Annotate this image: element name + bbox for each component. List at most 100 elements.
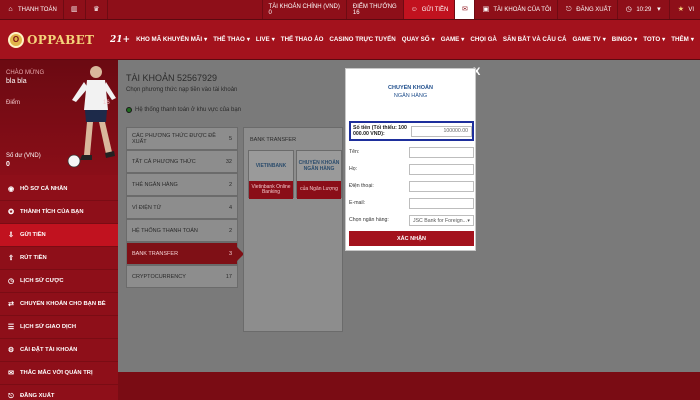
logout-label: ĐĂNG XUẤT bbox=[576, 6, 612, 13]
menu-item-label: RÚT TIỀN bbox=[20, 255, 47, 261]
menu-item-label: THẮC MẮC VỚI QUẢN TRỊ bbox=[20, 370, 93, 376]
deposit-button[interactable]: ☺ GỬI TIỀN bbox=[402, 0, 455, 19]
menu-item-achievements[interactable]: ✪ THÀNH TÍCH CỦA BẠN bbox=[0, 201, 118, 224]
nav-item-live-casino[interactable]: CASINO TRỰC TUYẾN bbox=[329, 36, 395, 43]
chevron-down-icon: ▾ bbox=[690, 36, 694, 43]
bank-card-label: Vietinbank Online Banking bbox=[249, 181, 293, 199]
mail-button[interactable]: ✉ bbox=[454, 0, 475, 19]
modal-title: CHUYỂN KHOẢN bbox=[388, 85, 433, 91]
nav-item-games[interactable]: GAME ▾ bbox=[441, 36, 465, 43]
phone-input[interactable] bbox=[409, 181, 474, 192]
menu-item-transaction-history[interactable]: ☰ LỊCH SỬ GIAO DỊCH bbox=[0, 316, 118, 339]
nav-item-label: TOTO bbox=[643, 36, 661, 43]
bank-transfer-modal: CHUYỂN KHOẢN NGÂN HÀNG Số tiền (Tối thiể… bbox=[345, 68, 476, 251]
method-recommended[interactable]: CÁC PHƯƠNG THỨC ĐƯỢC ĐỀ XUẤT 5 bbox=[126, 127, 238, 150]
language-selector[interactable]: ★ VI bbox=[669, 0, 700, 19]
nav-item-cockfight[interactable]: CHỌI GÀ bbox=[470, 36, 496, 43]
balance-label: Số dư (VND) bbox=[6, 153, 41, 159]
main-navigation: O OPPABET 21+ KHO MÃ KHUYẾN MÃI ▾ THỂ THA… bbox=[0, 20, 700, 60]
method-cryptocurrency[interactable]: CRYPTOCURRENCY 17 bbox=[126, 265, 238, 288]
menu-item-contact-admin[interactable]: ✉ THẮC MẮC VỚI QUẢN TRỊ bbox=[0, 362, 118, 385]
menu-item-label: THÀNH TÍCH CỦA BẠN bbox=[20, 209, 84, 215]
amount-input[interactable]: 100000.00 bbox=[411, 125, 472, 137]
main-account-balance[interactable]: TÀI KHOẢN CHÍNH (VND) 0 bbox=[261, 0, 346, 19]
menu-item-account-settings[interactable]: ⚙ CÀI ĐẶT TÀI KHOẢN bbox=[0, 339, 118, 362]
help-icon: ✉ bbox=[8, 369, 14, 377]
deposit-icon: ⇩ bbox=[8, 231, 14, 239]
chevron-down-icon: ▾ bbox=[634, 36, 638, 43]
menu-item-logout[interactable]: ⎋ ĐĂNG XUẤT bbox=[0, 385, 118, 400]
nav-item-label: QUAY SỐ bbox=[401, 36, 430, 43]
nav-item-promo-codes[interactable]: KHO MÃ KHUYẾN MÃI ▾ bbox=[136, 36, 207, 43]
nav-item-label: GAME bbox=[440, 36, 460, 43]
clock: ◷ 10:29 ▾ bbox=[617, 0, 669, 19]
bank-panel-title: BANK TRANSFER bbox=[250, 137, 297, 143]
nav-item-fishing[interactable]: SĂN BẮT VÀ CÂU CÁ bbox=[503, 36, 567, 43]
method-label: CÁC PHƯƠNG THỨC ĐƯỢC ĐỀ XUẤT bbox=[132, 132, 216, 145]
transaction-history-icon: ☰ bbox=[7, 323, 15, 331]
clock-time: 10:29 bbox=[636, 6, 652, 13]
brand-logo[interactable]: O OPPABET bbox=[0, 31, 110, 48]
transfer-icon: ⇄ bbox=[8, 300, 14, 308]
chevron-down-icon: ▾ bbox=[657, 6, 661, 13]
trophy-link[interactable]: ♛ bbox=[86, 0, 108, 19]
first-name-input[interactable] bbox=[409, 147, 474, 158]
nav-item-live[interactable]: LIVE ▾ bbox=[256, 36, 275, 43]
method-count: 3 bbox=[228, 250, 232, 257]
nav-item-virtual-sports[interactable]: THỂ THAO ẢO bbox=[281, 36, 324, 43]
menu-item-bet-history[interactable]: ◷ LỊCH SỬ CƯỢC bbox=[0, 270, 118, 293]
chevron-down-icon: ▾ bbox=[431, 36, 435, 43]
nav-item-lottery[interactable]: QUAY SỐ ▾ bbox=[402, 36, 435, 43]
menu-item-transfer-friends[interactable]: ⇄ CHUYỂN KHOẢN CHO BẠN BÈ bbox=[0, 293, 118, 316]
player-number: 16 bbox=[103, 100, 110, 106]
chevron-down-icon: ▾ bbox=[467, 217, 470, 224]
logout-link[interactable]: ⎋ ĐĂNG XUẤT bbox=[557, 0, 617, 19]
email-input[interactable] bbox=[409, 198, 474, 209]
bank-card-nganluong[interactable]: CHUYỂN KHOẢN NGÂN HÀNG của Ngân Lượng bbox=[296, 150, 342, 199]
chevron-down-icon: ▾ bbox=[271, 36, 275, 43]
nav-item-more[interactable]: THÊM ▾ bbox=[671, 36, 694, 43]
reward-points[interactable]: ĐIỂM THƯỞNG 16 bbox=[345, 0, 403, 19]
menu-item-withdraw[interactable]: ⇧ RÚT TIỀN bbox=[0, 247, 118, 270]
nav-item-label: KHO MÃ KHUYẾN MÃI bbox=[136, 36, 203, 43]
method-label: TẤT CẢ PHƯƠNG THỨC bbox=[132, 158, 196, 165]
my-account-link[interactable]: ▣ TÀI KHOẢN CỦA TÔI bbox=[474, 0, 557, 19]
bank-card-vietinbank[interactable]: VIETINBANK Vietinbank Online Banking bbox=[248, 150, 294, 199]
nav-item-sports[interactable]: THỂ THAO ▾ bbox=[213, 36, 250, 43]
payment-link-label: THANH TOÁN bbox=[18, 6, 57, 13]
region-payment-option[interactable]: Hệ thống thanh toán ở khu vực của bạn bbox=[126, 107, 241, 113]
payment-link[interactable]: ⌂ THANH TOÁN bbox=[0, 0, 64, 19]
nav-item-toto[interactable]: TOTO ▾ bbox=[643, 36, 665, 43]
account-menu: ◉ HỒ SƠ CÁ NHÂN ✪ THÀNH TÍCH CỦA BẠN ⇩ GỬI … bbox=[0, 175, 118, 400]
last-name-label: Họ: bbox=[349, 166, 358, 173]
last-name-input[interactable] bbox=[409, 164, 474, 175]
account-icon: ▣ bbox=[482, 6, 490, 13]
method-all[interactable]: TẤT CẢ PHƯƠNG THỨC 32 bbox=[126, 150, 238, 173]
stats-link[interactable]: ▥ bbox=[64, 0, 86, 19]
method-label: CRYPTOCURRENCY bbox=[132, 273, 186, 280]
my-account-label: TÀI KHOẢN CỦA TÔI bbox=[493, 6, 552, 13]
chevron-down-icon: ▾ bbox=[204, 36, 208, 43]
menu-item-deposit[interactable]: ⇩ GỬI TIỀN bbox=[0, 224, 118, 247]
chevron-down-icon: ▾ bbox=[246, 36, 250, 43]
bonus-history-icon: ◷ bbox=[7, 277, 15, 285]
method-bank-card[interactable]: THẺ NGÂN HÀNG 2 bbox=[126, 173, 238, 196]
method-bank-transfer[interactable]: BANK TRANSFER 3 bbox=[126, 242, 244, 265]
method-count: 4 bbox=[228, 204, 232, 211]
topbar-right: TÀI KHOẢN CHÍNH (VND) 0 ĐIỂM THƯỞNG 16 ☺… bbox=[261, 0, 700, 19]
withdraw-icon: ⇧ bbox=[8, 254, 14, 262]
bank-select[interactable]: JSC Bank for Foreign... ▾ bbox=[409, 215, 474, 226]
method-e-wallet[interactable]: VÍ ĐIỆN TỬ 4 bbox=[126, 196, 238, 219]
confirm-button[interactable]: XÁC NHẬN bbox=[349, 231, 474, 246]
logo-emblem-icon: O bbox=[8, 31, 24, 48]
topbar-left: ⌂ THANH TOÁN ▥ ♛ bbox=[0, 0, 108, 19]
chevron-down-icon: ▾ bbox=[461, 36, 465, 43]
nav-item-game-tv[interactable]: GAME TV ▾ bbox=[572, 36, 605, 43]
menu-item-profile[interactable]: ◉ HỒ SƠ CÁ NHÂN bbox=[0, 178, 118, 201]
top-utility-bar: ⌂ THANH TOÁN ▥ ♛ TÀI KHOẢN CHÍNH (VND) 0… bbox=[0, 0, 700, 20]
method-payment-system[interactable]: HỆ THỐNG THANH TOÁN 2 bbox=[126, 219, 238, 242]
brand-name: OPPABET bbox=[27, 32, 95, 47]
points-label: Điểm bbox=[6, 100, 21, 106]
region-payment-label: Hệ thống thanh toán ở khu vực của bạn bbox=[135, 107, 242, 113]
nav-item-bingo[interactable]: BINGO ▾ bbox=[612, 36, 637, 43]
